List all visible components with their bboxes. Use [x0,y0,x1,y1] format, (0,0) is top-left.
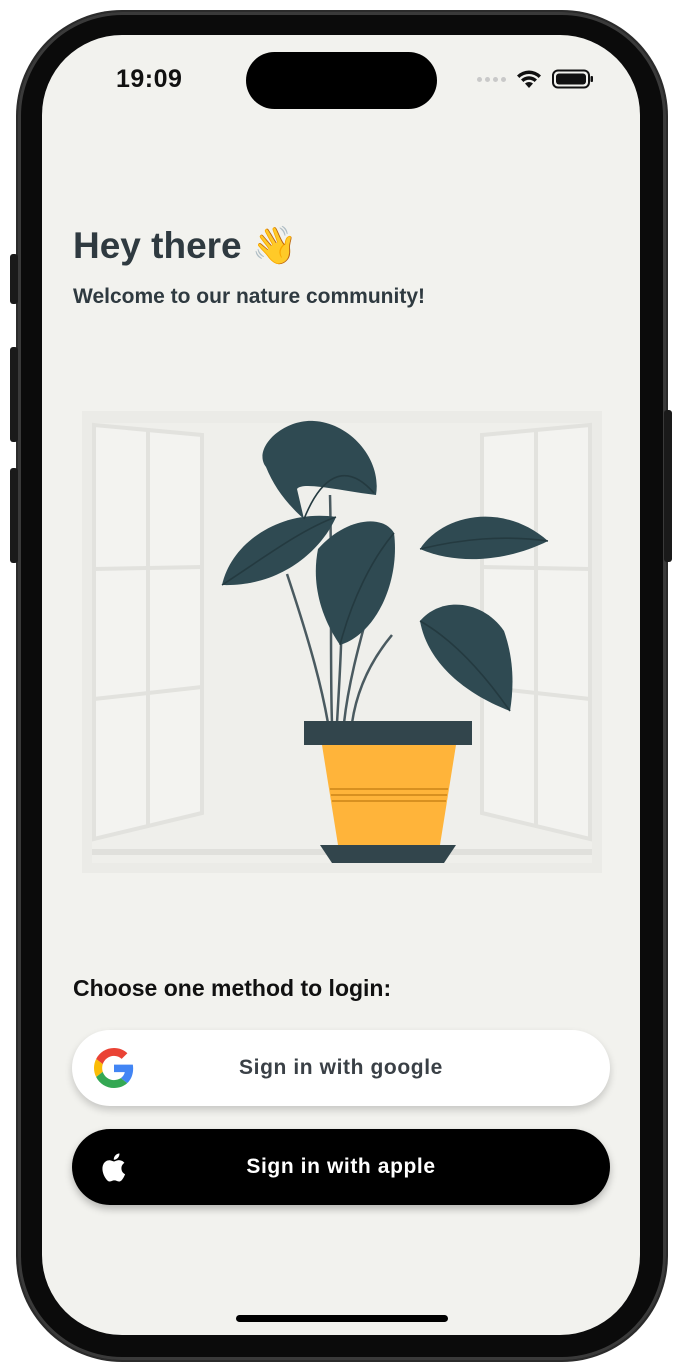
apple-button-label: Sign in with apple [246,1155,436,1178]
google-logo-icon [94,1048,134,1088]
cellular-signal-icon [477,76,506,82]
google-button-label: Sign in with google [239,1056,443,1079]
apple-logo-icon [102,1153,126,1182]
volume-down-button [10,468,18,563]
wifi-icon [517,70,541,88]
status-time: 19:09 [116,65,183,93]
google-sign-in-button[interactable]: Sign in with google [72,1030,610,1106]
status-icons [477,69,594,89]
dynamic-island [246,52,437,109]
battery-icon [552,69,593,89]
page-subtitle: Welcome to our nature community! [73,285,425,308]
potted-plant-illustration [82,411,602,873]
left-window-shutter-icon [92,422,204,842]
home-indicator[interactable] [236,1315,448,1322]
power-button [664,410,672,562]
silent-switch [10,254,18,304]
app-screen: 19:09 Hey there 👋 Welcome to our nature … [42,35,640,1335]
apple-sign-in-button[interactable]: Sign in with apple [72,1129,610,1205]
login-method-prompt: Choose one method to login: [73,975,392,1001]
status-bar: 19:09 [42,35,640,125]
page-title: Hey there 👋 [73,225,298,266]
volume-up-button [10,347,18,442]
